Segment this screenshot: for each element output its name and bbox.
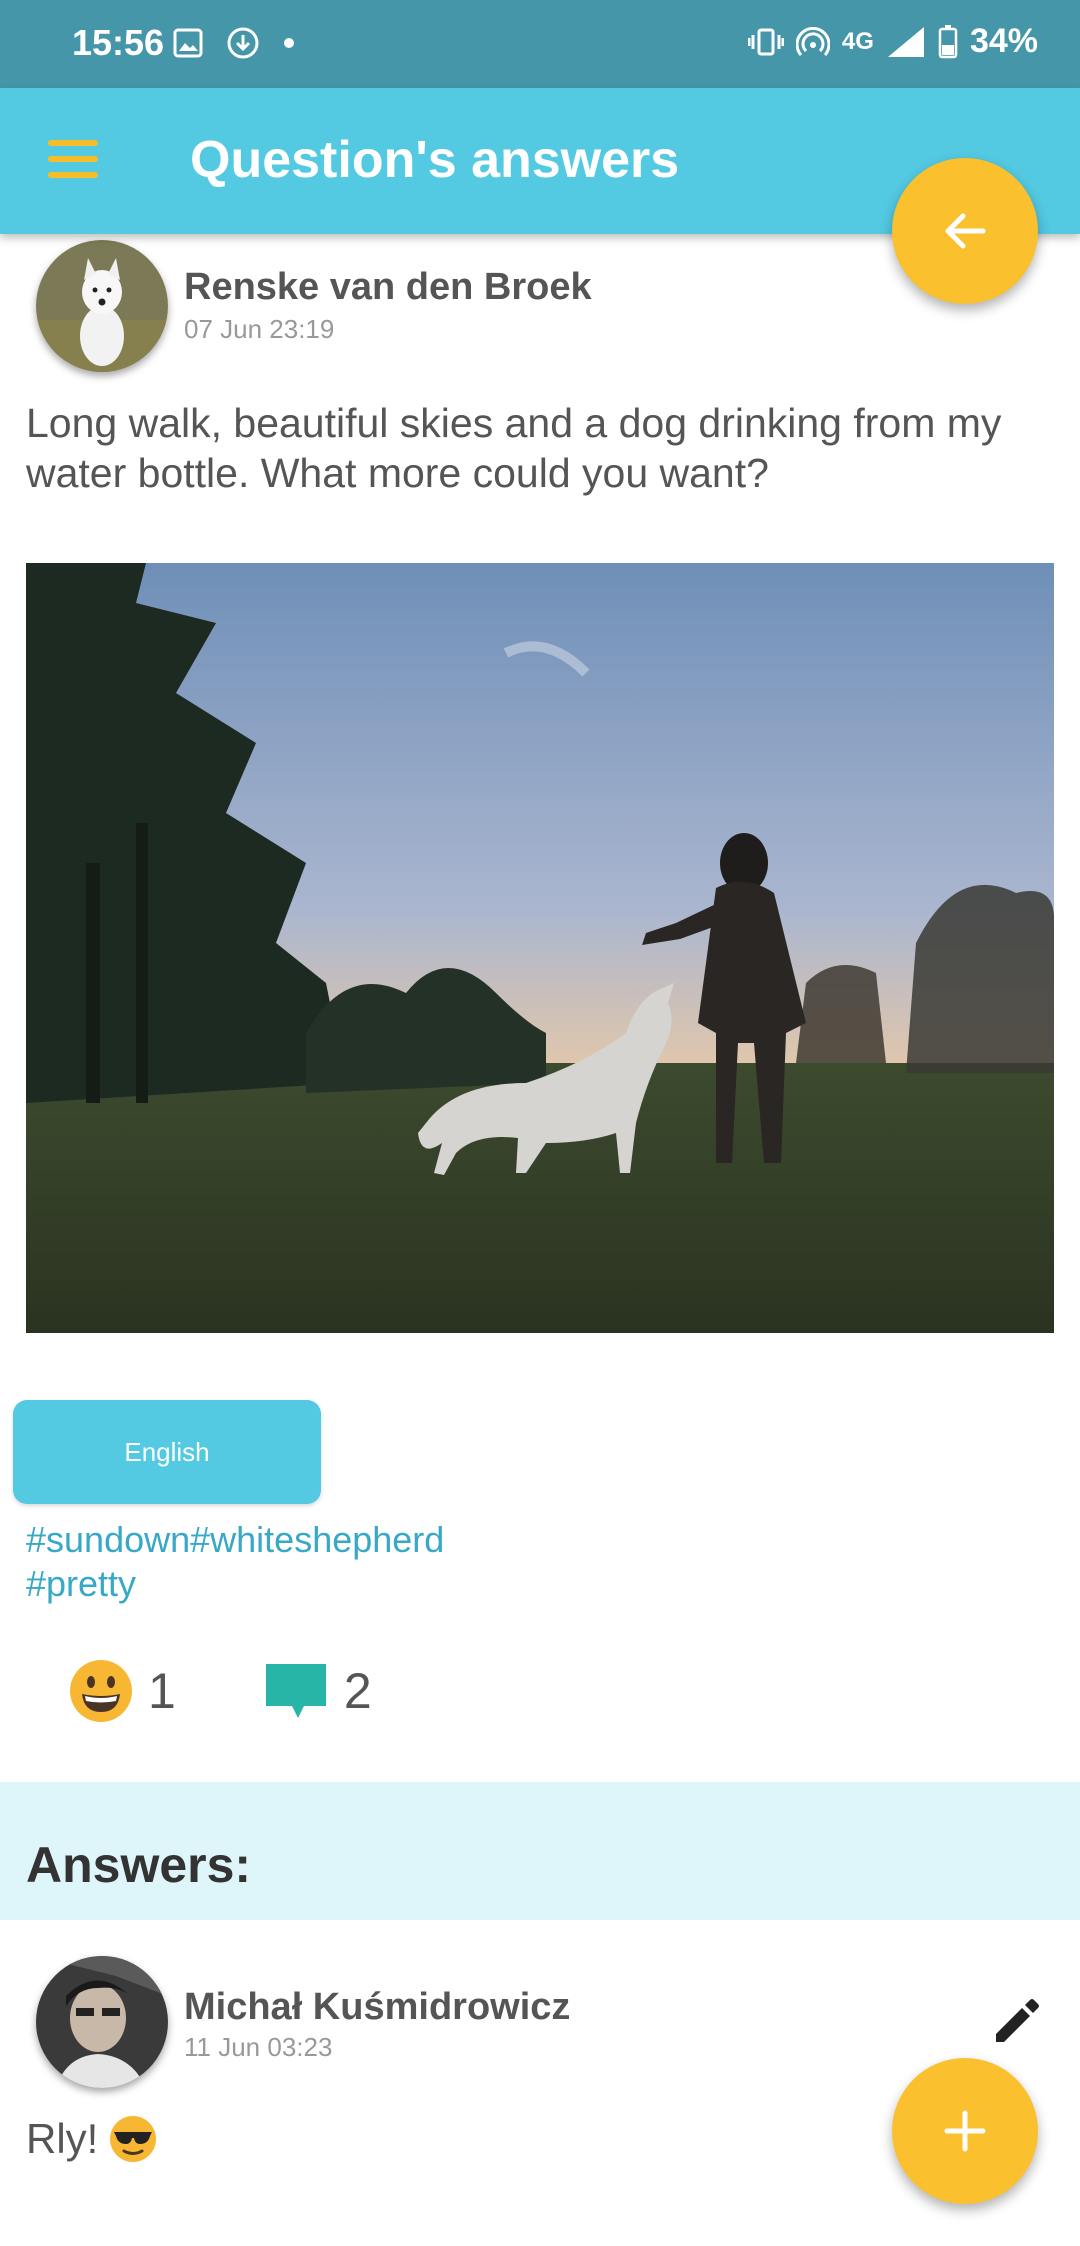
back-button[interactable] xyxy=(892,158,1038,304)
comments-button[interactable]: 2 xyxy=(262,1660,372,1722)
add-answer-button[interactable] xyxy=(892,2058,1038,2204)
answer-text-content: Rly! xyxy=(26,2115,99,2162)
answer-text: Rly! xyxy=(26,2114,158,2164)
sunglasses-face-icon xyxy=(110,2116,157,2162)
reaction-count: 1 xyxy=(148,1663,176,1719)
hashtag-link[interactable]: #sundown#whiteshepherd xyxy=(26,1519,444,1560)
status-bar: 15:56 4G 34% xyxy=(0,0,1080,88)
post-photo[interactable] xyxy=(26,563,1054,1333)
hashtag-link[interactable]: #pretty xyxy=(26,1563,136,1604)
hotspot-icon xyxy=(795,26,830,56)
network-type: 4G xyxy=(841,27,874,55)
status-system-icons: 4G 34% xyxy=(747,22,1038,61)
hashtags: #sundown#whiteshepherd #pretty xyxy=(26,1518,444,1606)
battery-icon xyxy=(938,24,958,58)
vibrate-icon xyxy=(747,28,784,55)
grinning-face-icon xyxy=(70,1660,132,1722)
battery-level: 34% xyxy=(969,22,1038,60)
post-date: 07 Jun 23:19 xyxy=(184,314,335,344)
arrow-left-icon xyxy=(945,213,986,249)
reaction-button[interactable]: 1 xyxy=(68,1658,176,1724)
answers-title: Answers: xyxy=(26,1837,252,1893)
menu-icon[interactable] xyxy=(48,140,98,180)
status-time: 15:56 xyxy=(72,22,165,63)
status-notification-icons xyxy=(172,26,296,60)
page-title: Question's answers xyxy=(190,131,680,189)
post-author-name[interactable]: Renske van den Broek xyxy=(184,266,592,309)
post-text: Long walk, beautiful skies and a dog dri… xyxy=(26,400,1002,496)
plus-icon xyxy=(944,2110,986,2152)
comment-count: 2 xyxy=(343,1663,372,1719)
signal-icon xyxy=(887,26,924,57)
dot-icon xyxy=(284,38,294,48)
edit-pencil-icon[interactable] xyxy=(988,1994,1044,2050)
post-author-avatar[interactable] xyxy=(36,240,168,372)
language-button[interactable]: English xyxy=(13,1400,321,1504)
comment-icon xyxy=(265,1664,326,1718)
image-icon xyxy=(173,28,203,58)
answer-author-avatar[interactable] xyxy=(36,1956,168,2088)
download-icon xyxy=(227,27,259,59)
answer-author-name[interactable]: Michał Kuśmidrowicz xyxy=(184,1986,570,2029)
answer-date: 11 Jun 03:23 xyxy=(184,2032,333,2062)
reactions-bar: 1 2 xyxy=(68,1658,372,1724)
